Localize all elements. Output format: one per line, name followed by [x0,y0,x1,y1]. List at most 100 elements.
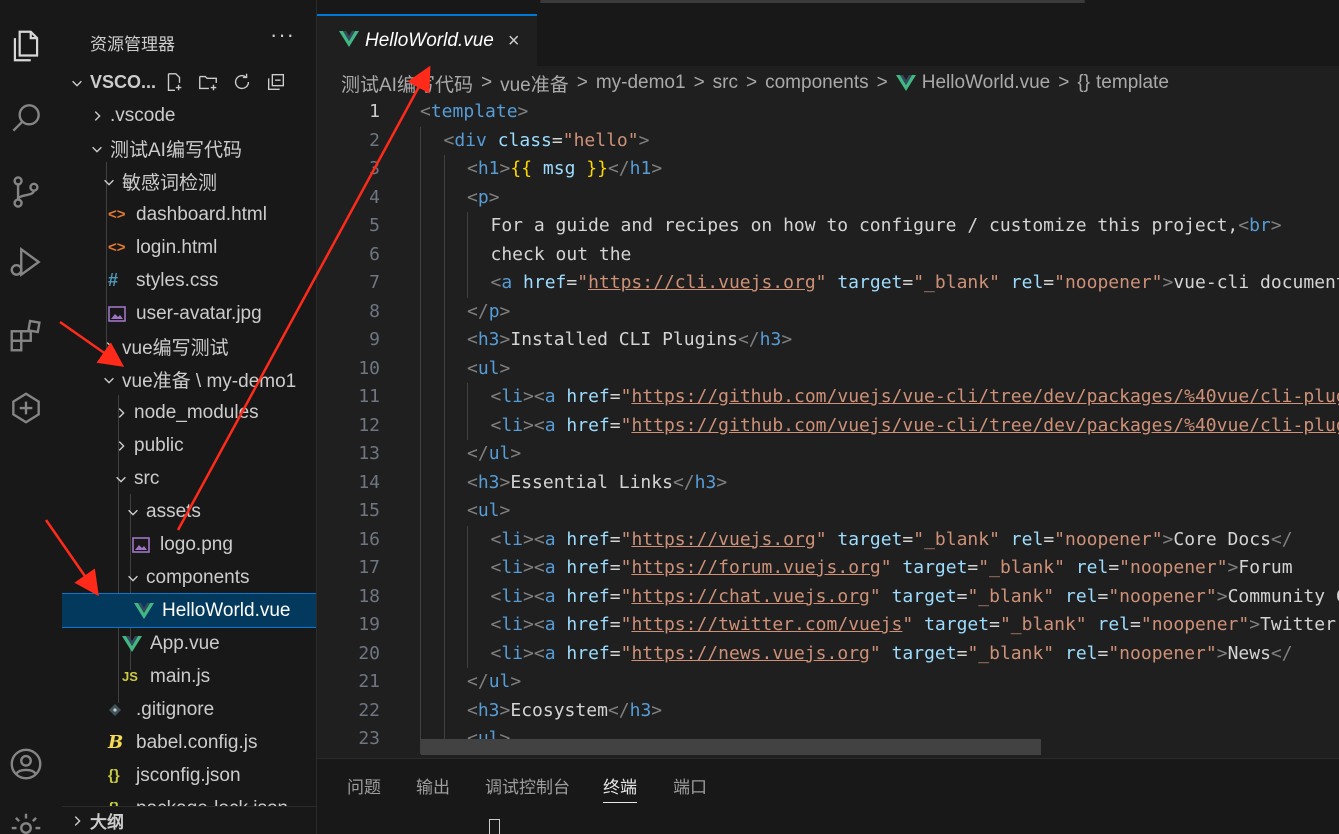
code-text: <h3>Ecosystem</h3> [467,699,663,721]
tree-folder-components[interactable]: components [62,561,316,594]
explorer-icon[interactable] [0,22,52,70]
collapse-all-icon[interactable] [264,70,288,94]
tree-file-dashboard[interactable]: <> dashboard.html [62,198,316,231]
indent-guide [420,411,421,440]
tree-file-gitignore[interactable]: .gitignore [62,693,316,726]
tree-item-label: public [134,434,184,456]
indent-guide [443,639,445,668]
tab-problems[interactable]: 问题 [347,773,381,798]
tree-file-babel[interactable]: B babel.config.js [62,726,316,759]
code-line[interactable]: 17 <li><a href="https://forum.vuejs.org" … [317,554,1339,583]
tree-folder-vscode[interactable]: .vscode [62,99,316,132]
breadcrumb-item[interactable]: components [765,72,869,94]
horizontal-scrollbar[interactable] [421,739,1041,755]
tree-file-logo[interactable]: logo.png [62,528,316,561]
indent-guide [443,696,445,725]
tab-debug-console[interactable]: 调试控制台 [485,773,570,798]
tab-ports[interactable]: 端口 [673,773,707,798]
code-line[interactable]: 9 <h3>Installed CLI Plugins</h3> [317,326,1339,355]
code-line[interactable]: 4 <p> [317,183,1339,212]
breadcrumb-item[interactable]: my-demo1 [596,72,686,94]
code-line[interactable]: 10 <ul> [317,354,1339,383]
run-debug-icon[interactable] [0,238,52,286]
tree-file-app[interactable]: App.vue [62,627,316,660]
tree-folder-node-modules[interactable]: node_modules [62,396,316,429]
code-line[interactable]: 3 <h1>{{ msg }}</h1> [317,155,1339,184]
code-text: <h3>Installed CLI Plugins</h3> [467,329,793,350]
code-line[interactable]: 22 <h3>Ecosystem</h3> [317,696,1339,725]
breadcrumb-item[interactable]: vue准备 [500,70,569,97]
outline-section[interactable]: 大纲 [62,806,316,834]
tree-folder-src[interactable]: src [62,462,316,495]
tree-file-avatar[interactable]: user-avatar.jpg [62,297,316,330]
code-line[interactable]: 1 <template> [317,98,1339,127]
code-line[interactable]: 14 <h3>Essential Links</h3> [317,468,1339,497]
tree-item-label: styles.css [136,269,219,291]
code-line[interactable]: 5 For a guide and recipes on how to confi… [317,212,1339,241]
tree-item-label: vue准备 \ my-demo1 [122,371,297,392]
line-number: 7 [369,272,380,293]
code-line[interactable]: 12 <li><a href="https://github.com/vuejs/… [317,411,1339,440]
line-number: 13 [358,443,380,464]
braces-icon: {} [1077,72,1091,93]
indent-guide [443,155,445,184]
code-line[interactable]: 8 </p> [317,297,1339,326]
tree-folder-ai[interactable]: 测试AI编写代码 [62,132,316,165]
account-icon[interactable] [0,740,52,788]
tree-file-main[interactable]: JS main.js [62,660,316,693]
tree-folder-public[interactable]: public [62,429,316,462]
tab-terminal[interactable]: 终端 [603,773,637,803]
code-line[interactable]: 18 <li><a href="https://chat.vuejs.org" t… [317,582,1339,611]
copilot-icon[interactable] [0,384,52,432]
tree-file-helloworld[interactable]: HelloWorld.vue [62,593,316,628]
code-line[interactable]: 11 <li><a href="https://github.com/vuejs/… [317,383,1339,412]
code-line[interactable]: 2 <div class="hello"> [317,126,1339,155]
code-text: </ul> [467,671,522,692]
tree-folder-vue-test[interactable]: vue编写测试 [62,330,316,363]
tree-file-jsconfig[interactable]: {} jsconfig.json [62,759,316,792]
breadcrumb-item[interactable]: HelloWorld.vue [922,72,1050,94]
new-folder-icon[interactable] [196,70,220,94]
code-line[interactable]: 13 </ul> [317,440,1339,469]
tree-file-styles[interactable]: # styles.css [62,264,316,297]
code-line[interactable]: 21 </ul> [317,668,1339,697]
chevron-down-icon [124,569,142,587]
line-number: 2 [369,129,380,151]
tab-helloworld[interactable]: HelloWorld.vue × [317,14,537,66]
breadcrumb-item[interactable]: template [1096,72,1169,94]
code-line[interactable]: 7 <a href="https://cli.vuejs.org" target=… [317,269,1339,298]
tree-folder-sensitive[interactable]: 敏感词检测 [62,165,316,198]
close-icon[interactable]: × [508,30,520,53]
code-line[interactable]: 6 check out the [317,240,1339,269]
tree-item-label: dashboard.html [136,203,267,225]
code-line[interactable]: 19 <li><a href="https://twitter.com/vuejs… [317,611,1339,640]
settings-gear-icon[interactable] [0,804,52,834]
code-text: <p> [467,186,500,208]
more-actions-icon[interactable]: ··· [270,22,295,48]
indent-guide [443,326,445,355]
tree-item-label: 测试AI编写代码 [110,140,242,161]
tree-folder-assets[interactable]: assets [62,495,316,528]
code-line[interactable]: 15 <ul> [317,497,1339,526]
indent-guide [443,354,445,383]
tab-output[interactable]: 输出 [416,773,450,798]
tree-file-login[interactable]: <> login.html [62,231,316,264]
breadcrumb-item[interactable]: 测试AI编写代码 [341,70,473,97]
source-control-icon[interactable] [0,168,52,216]
workspace-root[interactable]: VSCO... [62,66,316,99]
search-icon[interactable] [0,94,52,142]
indent-guide [420,183,421,212]
tree-item-label: assets [146,500,201,522]
breadcrumb-item[interactable]: src [713,72,738,94]
code-line[interactable]: 16 <li><a href="https://vuejs.org" target… [317,525,1339,554]
new-file-icon[interactable] [162,70,186,94]
tree-folder-my-demo1[interactable]: vue准备 \ my-demo1 [62,363,316,396]
js-file-icon: JS [122,669,138,684]
code-text: <li><a href="https://github.com/vuejs/vu… [490,414,1339,436]
code-editor[interactable]: 1 <template> 2 <div class="hello"> 3 <h1>{{ m… [317,98,1339,758]
code-line[interactable]: 20 <li><a href="https://news.vuejs.org" t… [317,639,1339,668]
extensions-icon[interactable] [0,312,52,360]
indent-guide [420,525,421,554]
refresh-icon[interactable] [230,70,254,94]
chevron-right-icon [112,404,130,422]
